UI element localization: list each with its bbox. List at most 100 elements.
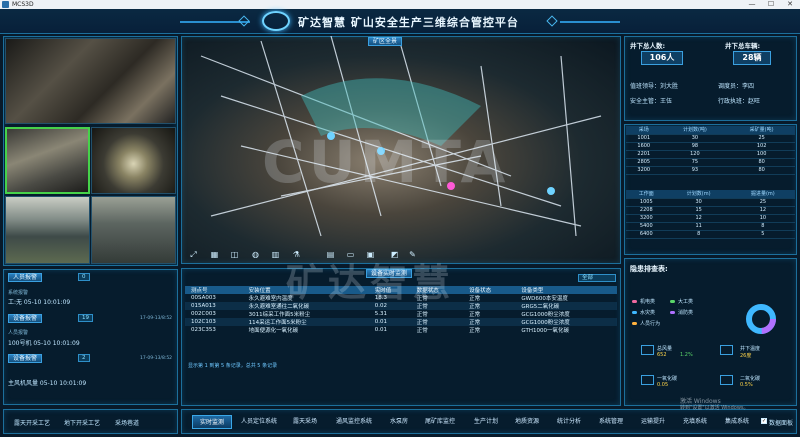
nav-ventilation[interactable]: 通风监控系统 (330, 415, 378, 429)
table-row[interactable]: 002C003 3011综采工作面5米粉尘 5.31 正常 正常 GCG1000粉尘浓度 (185, 310, 617, 318)
alert-count-1: 0 (78, 273, 90, 281)
table-cell: GTH1000一氧化碳 (521, 328, 569, 334)
table-cell: 正常 (463, 302, 516, 310)
main-camera-view[interactable] (5, 38, 176, 124)
alert-status-a: 系统报警 (8, 290, 29, 296)
table-cell: 0.01 (374, 327, 387, 333)
table-row: 1600 98 102 (626, 142, 795, 151)
table-row: 1005 30 25 (626, 198, 795, 207)
legend-label: 机电类 (640, 299, 656, 305)
close-button[interactable]: ✕ (780, 0, 800, 9)
watermark-chinese: 矿达智慧 (286, 261, 455, 305)
table-cell: 1600 (626, 142, 662, 151)
data-panel-checkbox-label[interactable]: 数据面板 (769, 418, 793, 427)
process-tab-underground[interactable]: 地下开采工艺 (64, 418, 100, 427)
nav-pump[interactable]: 水泵房 (384, 415, 414, 429)
table-row: 3200 93 80 (626, 166, 795, 175)
table-cell: 正常 (416, 328, 428, 334)
legend-label: 消防类 (678, 310, 694, 316)
table-cell: 1001 (626, 134, 662, 143)
table-cell: 2208 (626, 206, 667, 215)
temperature-icon (720, 345, 733, 355)
minimize-button[interactable]: — (742, 0, 762, 9)
co2-icon (720, 375, 733, 385)
nav-realtime[interactable]: 实时监测 (192, 415, 232, 429)
camera-thumb-4[interactable] (91, 196, 176, 264)
grid-icon[interactable]: ▦ (210, 250, 219, 259)
stat-delta: 1.2% (680, 352, 693, 358)
alert-text-2: 100号机 05-10 10:01:09 (8, 340, 80, 347)
table-row: 1001 30 25 (626, 134, 795, 143)
airflow-icon (641, 345, 654, 355)
table-cell: 023C353 (191, 327, 216, 333)
building-icon[interactable]: ▥ (271, 250, 280, 259)
watermark-latin: CUMTA (262, 128, 510, 196)
device-col-header[interactable]: 测点号 (185, 286, 243, 294)
camera-thumb-3[interactable] (5, 196, 90, 264)
nav-production[interactable]: 生产计划 (468, 415, 504, 429)
table-cell: 98 (661, 142, 729, 151)
legend-label: 大工类 (678, 299, 694, 305)
nav-statistics[interactable]: 统计分析 (550, 415, 588, 429)
table-cell: 80 (728, 158, 795, 167)
legend-swatch (632, 300, 637, 303)
table-cell: 5400 (626, 222, 667, 231)
table-row[interactable]: 023C353 地面便源化一氧化碳 0.01 正常 正常 GTH1000一氧化碳 (185, 326, 617, 334)
alert-status-b: 人员报警 (8, 330, 29, 336)
header-right-ornament (560, 21, 620, 23)
table-cell: 正常 (469, 312, 481, 318)
process-tab-surface[interactable]: 露天开采工艺 (14, 418, 50, 427)
legend-swatch (632, 322, 637, 325)
alert-category-1[interactable]: 人员报警 (8, 273, 43, 282)
mining-table-wrap: 采场 计划数(吨) 采矿量(吨) 1001 30 25 1600 98 102 2201 12… (626, 126, 795, 175)
table-cell: 80 (728, 166, 795, 175)
device-col-header[interactable]: 设备类型 (515, 286, 617, 294)
table-cell: 30 (666, 198, 731, 207)
nav-openpit[interactable]: 露天采场 (286, 415, 324, 429)
camera-thumb-2[interactable] (91, 127, 176, 194)
alert-date-2: 17-09-13/8:52 (140, 316, 173, 321)
table-cell: 93 (661, 166, 729, 175)
legend-label: 水灾类 (640, 310, 656, 316)
nav-integrated[interactable]: 集成系统 (718, 415, 756, 429)
camera-thumb-1[interactable] (5, 127, 90, 194)
alert-text-1: 工:无 05-10 10:01:09 (8, 299, 71, 306)
hazard-donut-chart (746, 304, 776, 334)
legend-label: 人员行为 (640, 321, 661, 327)
header-right-diamond (546, 15, 558, 27)
table-row[interactable]: 102C103 114采运工作面5米粉尘 0.01 正常 正常 GCG1000粉尘浓度 (185, 318, 617, 326)
people-count-value: 106人 (641, 51, 683, 65)
nav-geology[interactable]: 地质资源 (508, 415, 546, 429)
table-cell: 2201 (626, 150, 662, 159)
maximize-button[interactable]: ☐ (761, 0, 781, 9)
table-cell: 10 (730, 214, 795, 223)
stat-label: 二氧化碳 (740, 376, 761, 382)
nav-tailings[interactable]: 尾矿库监控 (418, 415, 462, 429)
table-cell: 12 (666, 214, 731, 223)
alert-text-3: 主风机风量 05-10 10:01:09 (8, 380, 87, 387)
alert-category-3[interactable]: 设备报警 (8, 354, 43, 363)
table-cell: 8 (730, 222, 795, 231)
co-icon (641, 375, 654, 385)
scene-title-badge: 矿区全景 (368, 37, 403, 46)
tunneling-table-wrap: 工作面 计划数(m) 掘进量(m) 1005 30 25 2208 15 12 3200 12… (626, 190, 795, 239)
layers-icon[interactable]: ◫ (230, 250, 239, 259)
nav-system[interactable]: 系统管理 (592, 415, 630, 429)
device-filter-select[interactable]: 全部 (578, 274, 616, 282)
alert-category-2[interactable]: 设备报警 (8, 314, 43, 323)
nav-personnel[interactable]: 人员定位系统 (238, 415, 280, 429)
expand-icon[interactable]: ⤢ (189, 250, 198, 259)
table-cell: 3200 (626, 166, 662, 175)
mining-col-header: 计划数(吨) (661, 126, 729, 135)
table-cell: 015A013 (185, 302, 243, 310)
legend-swatch (670, 311, 675, 314)
stat-value: 26度 (740, 353, 752, 359)
data-panel-checkbox[interactable]: ✓ (761, 418, 767, 424)
table-cell: 8 (666, 230, 731, 239)
table-cell: 002C003 (191, 311, 216, 317)
nav-filling[interactable]: 充填系统 (676, 415, 714, 429)
process-tab-roadway[interactable]: 采场巷道 (115, 418, 139, 427)
device-col-header[interactable]: 设备状态 (463, 286, 516, 294)
globe-icon[interactable]: ◍ (251, 250, 260, 259)
nav-transport[interactable]: 运输提升 (634, 415, 672, 429)
